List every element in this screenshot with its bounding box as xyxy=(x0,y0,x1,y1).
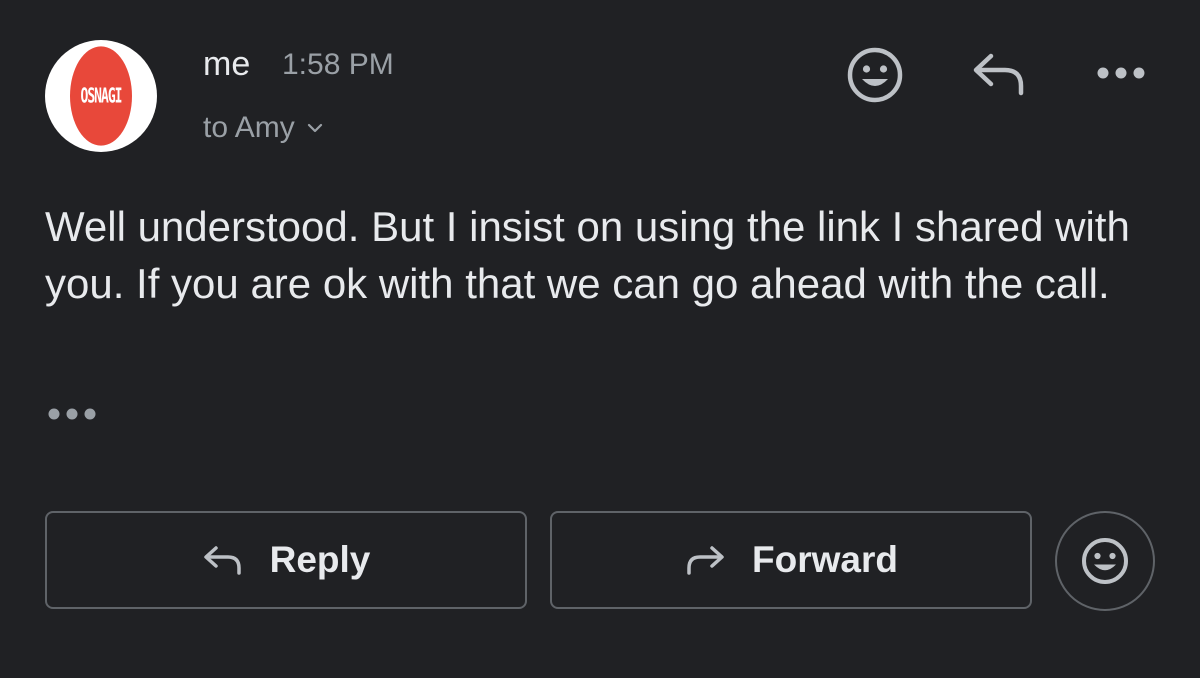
reply-button[interactable]: Reply xyxy=(45,511,527,609)
more-options-icon xyxy=(1097,67,1145,79)
add-emoji-reaction-icon xyxy=(847,47,903,103)
reply-icon xyxy=(203,546,241,575)
chevron-down-icon xyxy=(307,123,322,133)
show-trimmed-content-button[interactable] xyxy=(46,400,100,428)
recipient-details-toggle[interactable]: to Amy xyxy=(203,110,323,146)
add-emoji-reaction-button-bottom[interactable] xyxy=(1055,511,1155,611)
email-message-view: OSNAGI me 1:58 PM to Amy Well understood… xyxy=(0,0,1200,678)
recipient-label: to Amy xyxy=(203,111,295,144)
avatar-logo: OSNAGI xyxy=(70,46,132,146)
sender-name: me xyxy=(203,45,251,83)
more-options-button[interactable] xyxy=(1095,60,1147,86)
forward-label: Forward xyxy=(752,539,898,580)
ellipsis-icon xyxy=(48,408,96,420)
add-emoji-reaction-icon xyxy=(1082,538,1128,584)
reply-button-top[interactable] xyxy=(970,48,1028,100)
reply-label: Reply xyxy=(269,539,371,580)
forward-button[interactable]: Forward xyxy=(550,511,1032,609)
add-emoji-reaction-button[interactable] xyxy=(845,45,905,105)
forward-icon xyxy=(687,546,724,575)
sent-time: 1:58 PM xyxy=(282,48,394,81)
reply-icon xyxy=(973,53,1024,96)
message-body: Well understood. But I insist on using t… xyxy=(45,203,1130,307)
sender-avatar[interactable]: OSNAGI xyxy=(45,40,157,152)
